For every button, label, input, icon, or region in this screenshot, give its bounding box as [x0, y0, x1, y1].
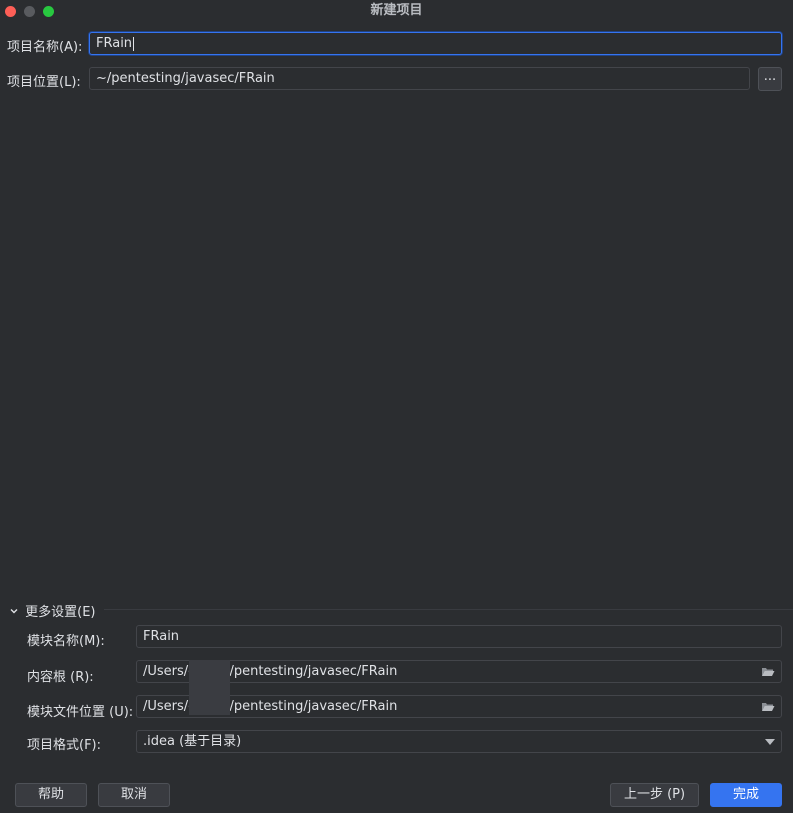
close-window-icon[interactable] — [5, 6, 16, 17]
more-settings-toggle[interactable]: 更多设置(E) — [9, 601, 96, 620]
project-location-input[interactable]: ~/pentesting/javasec/FRain — [89, 67, 750, 90]
section-divider — [104, 609, 793, 610]
dropdown-arrow-icon — [765, 739, 775, 745]
project-format-value: .idea (基于目录) — [143, 734, 242, 749]
module-name-value: FRain — [143, 629, 180, 644]
content-root-input[interactable]: /Users/g n/pentesting/javasec/FRain — [136, 660, 782, 683]
module-file-location-value: /Users/g n/pentesting/javasec/FRain — [143, 699, 398, 714]
project-location-label: 项目位置(L): — [7, 75, 81, 90]
folder-open-icon[interactable] — [761, 666, 775, 677]
project-name-label: 项目名称(A): — [7, 40, 83, 55]
cancel-button[interactable]: 取消 — [98, 783, 170, 807]
window-title: 新建项目 — [370, 3, 423, 18]
project-name-value: FRain — [96, 36, 133, 51]
text-cursor — [133, 36, 135, 51]
project-name-input[interactable]: FRain — [89, 32, 782, 55]
content-root-label: 内容根 (R): — [27, 670, 94, 685]
project-format-label: 项目格式(F): — [27, 738, 102, 753]
module-name-label: 模块名称(M): — [27, 634, 105, 649]
browse-location-button[interactable]: ... — [758, 67, 782, 91]
zoom-window-icon[interactable] — [43, 6, 54, 17]
more-settings-label: 更多设置(E) — [25, 605, 96, 620]
redaction-block — [189, 660, 230, 715]
help-button[interactable]: 帮助 — [15, 783, 87, 807]
title-bar: 新建项目 — [0, 0, 793, 22]
project-format-select[interactable]: .idea (基于目录) — [136, 730, 782, 753]
finish-button[interactable]: 完成 — [710, 783, 782, 807]
folder-open-icon[interactable] — [761, 701, 775, 712]
module-file-location-label: 模块文件位置 (U): — [27, 705, 134, 720]
module-file-location-input[interactable]: /Users/g n/pentesting/javasec/FRain — [136, 695, 782, 718]
module-name-input[interactable]: FRain — [136, 625, 782, 648]
previous-button[interactable]: 上一步 (P) — [610, 783, 699, 807]
chevron-down-icon — [9, 605, 21, 620]
project-location-value: ~/pentesting/javasec/FRain — [96, 71, 275, 86]
minimize-window-icon[interactable] — [24, 6, 35, 17]
content-root-value: /Users/g n/pentesting/javasec/FRain — [143, 664, 398, 679]
